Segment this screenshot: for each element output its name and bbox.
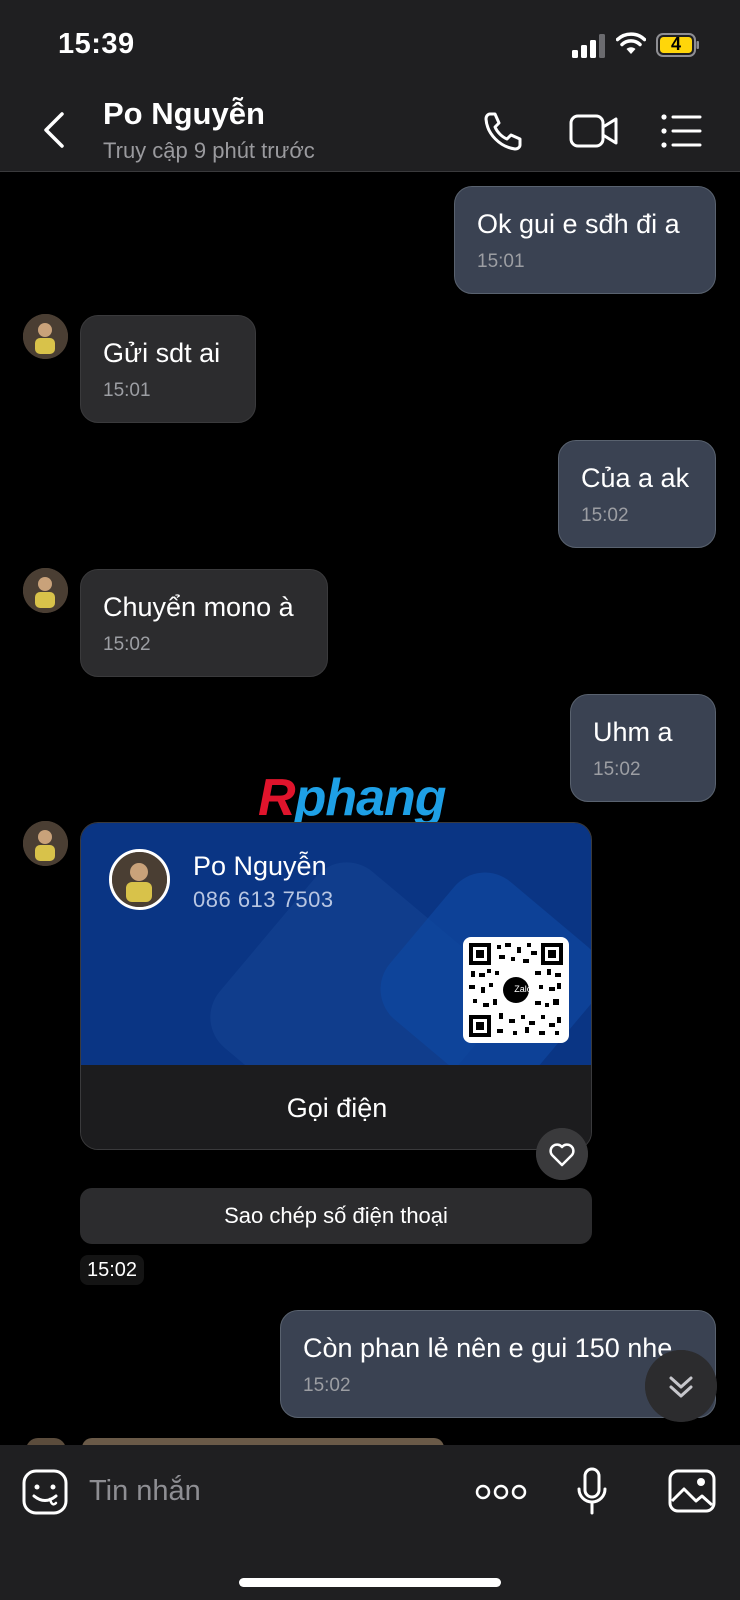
video-call-icon[interactable] xyxy=(568,108,620,154)
message-text: Của a ak xyxy=(581,463,690,493)
message-time: 15:02 xyxy=(303,1375,351,1396)
scroll-to-bottom-icon[interactable] xyxy=(645,1350,717,1422)
message-input[interactable]: Tin nhắn xyxy=(89,1475,201,1508)
message-time: 15:01 xyxy=(477,251,525,272)
message-text: Còn phan lẻ nên e gui 150 nhe xyxy=(303,1333,673,1363)
message-bubble-incoming[interactable]: Chuyển mono à 15:02 xyxy=(80,569,328,677)
message-bubble-incoming[interactable]: Gửi sdt ai 15:01 xyxy=(80,315,256,423)
qr-badge-label: Zalo xyxy=(514,984,532,994)
call-button[interactable]: Gọi điện xyxy=(81,1065,591,1149)
microphone-icon[interactable] xyxy=(576,1467,608,1517)
sticker-icon[interactable] xyxy=(22,1469,68,1515)
gallery-image-icon[interactable] xyxy=(668,1469,716,1513)
watermark-logo: Rphang xyxy=(258,768,447,828)
contact-avatar xyxy=(109,849,170,910)
message-text: Gửi sdt ai xyxy=(103,338,221,368)
home-indicator xyxy=(239,1578,501,1587)
message-time: 15:02 xyxy=(80,1255,145,1285)
message-text: Ok gui e sđh đi a xyxy=(477,209,680,239)
message-bubble-outgoing[interactable]: Của a ak 15:02 xyxy=(558,440,716,548)
message-text: Uhm a xyxy=(593,717,673,747)
status-bar: 15:39 4 xyxy=(0,0,740,90)
last-seen-status: Truy cập 9 phút trước xyxy=(103,138,315,163)
cellular-signal-icon xyxy=(572,34,605,58)
contact-card-header: Po Nguyễn 086 613 7503 Zalo xyxy=(81,823,591,1065)
message-text: Chuyển mono à xyxy=(103,592,294,622)
menu-list-icon[interactable] xyxy=(660,108,702,154)
battery-level: 4 xyxy=(670,34,681,54)
copy-phone-button[interactable]: Sao chép số điện thoại xyxy=(80,1188,592,1244)
message-bubble-outgoing[interactable]: Ok gui e sđh đi a 15:01 xyxy=(454,186,716,294)
back-arrow-icon[interactable] xyxy=(40,110,70,150)
avatar[interactable] xyxy=(23,568,68,613)
contact-name[interactable]: Po Nguyễn xyxy=(103,96,265,132)
contact-card-phone: 086 613 7503 xyxy=(193,887,334,912)
status-time: 15:39 xyxy=(58,28,135,60)
qr-code[interactable]: Zalo xyxy=(463,937,569,1043)
input-bar: Tin nhắn xyxy=(0,1445,740,1600)
more-options-icon[interactable] xyxy=(475,1481,527,1503)
message-time: 15:02 xyxy=(581,505,629,526)
heart-react-icon[interactable] xyxy=(536,1128,588,1180)
watermark-part1: R xyxy=(258,769,296,827)
phone-call-icon[interactable] xyxy=(482,108,530,154)
message-time: 15:02 xyxy=(103,634,151,655)
chat-header: Po Nguyễn Truy cập 9 phút trước xyxy=(0,90,740,172)
watermark-part2: phang xyxy=(294,769,447,827)
wifi-icon xyxy=(616,32,646,54)
avatar[interactable] xyxy=(23,314,68,359)
message-time: 15:01 xyxy=(103,380,151,401)
contact-card[interactable]: Po Nguyễn 086 613 7503 Zalo Gọi điện xyxy=(80,822,592,1150)
avatar[interactable] xyxy=(23,821,68,866)
contact-card-name: Po Nguyễn xyxy=(193,851,327,881)
message-bubble-outgoing[interactable]: Uhm a 15:02 xyxy=(570,694,716,802)
message-time: 15:02 xyxy=(593,759,641,780)
